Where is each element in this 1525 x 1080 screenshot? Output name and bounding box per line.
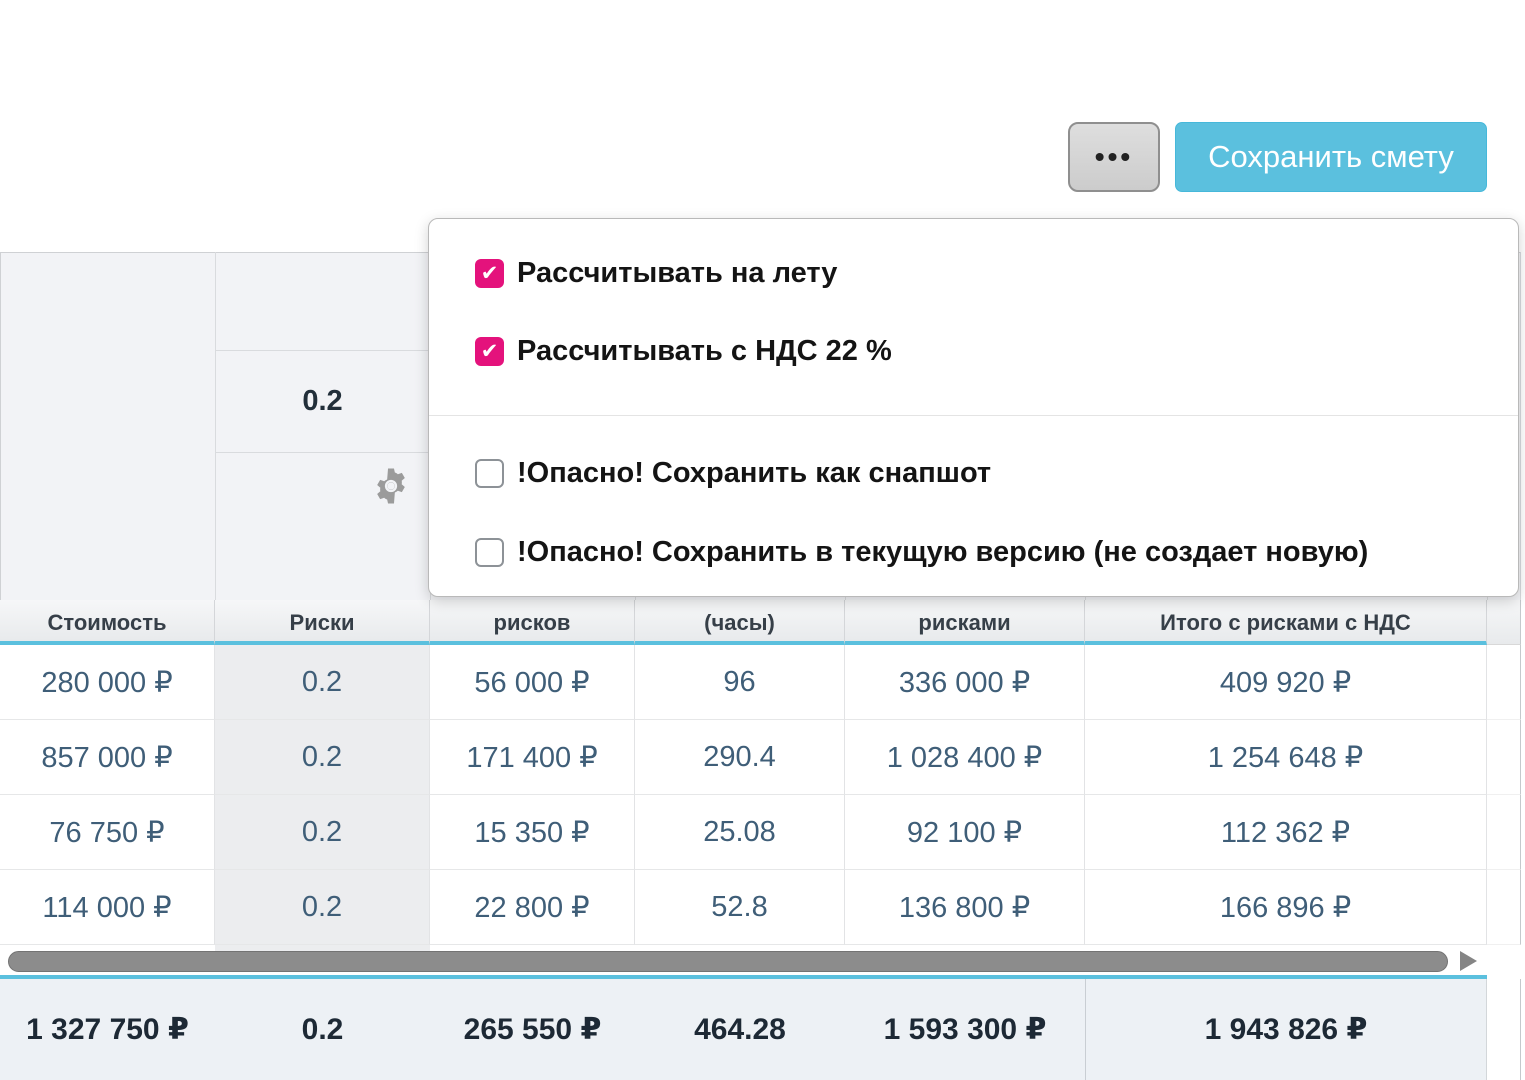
risk-default-cell[interactable]: 0.2 (215, 350, 430, 452)
menu-item-calc-with-vat[interactable]: ✔ Рассчитывать с НДС 22 % (429, 325, 1518, 377)
table-cell-r2-c5: 112 362 ₽ (1085, 795, 1487, 870)
checkbox-checked-icon[interactable]: ✔ (475, 337, 504, 366)
table-cell-r3-c5: 166 896 ₽ (1085, 870, 1487, 945)
menu-item-label: !Опасно! Сохранить как снапшот (517, 457, 991, 490)
column-header-0: Стоимость (0, 600, 215, 645)
menu-item-label: Рассчитывать на лету (517, 257, 837, 290)
table-cell-r0-c2: 56 000 ₽ (430, 645, 635, 720)
column-header-clipped (1487, 600, 1521, 645)
ellipsis-icon: ••• (1095, 143, 1133, 171)
table-body: 280 000 ₽0.256 000 ₽96336 000 ₽409 920 ₽… (0, 645, 1521, 945)
table-cell-r0-c5: 409 920 ₽ (1085, 645, 1487, 720)
checkbox-unchecked-icon[interactable] (475, 459, 504, 488)
column-header-3: (часы) (635, 600, 845, 645)
menu-item-save-current-version[interactable]: !Опасно! Сохранить в текущую версию (не … (429, 526, 1518, 578)
table-cell-r2-c4: 92 100 ₽ (845, 795, 1085, 870)
more-options-button[interactable]: ••• (1068, 122, 1160, 192)
table-cell-r3-c2: 22 800 ₽ (430, 870, 635, 945)
table-cell-clipped (1487, 870, 1521, 945)
table-cell-r0-c0: 280 000 ₽ (0, 645, 215, 720)
table-cell-r1-c2: 171 400 ₽ (430, 720, 635, 795)
table-cell-r1-c1[interactable]: 0.2 (215, 720, 430, 795)
table-cell-r1-c0: 857 000 ₽ (0, 720, 215, 795)
scroll-right-arrow-icon[interactable] (1460, 951, 1477, 971)
save-estimate-label: Сохранить смету (1208, 139, 1454, 175)
menu-item-label: !Опасно! Сохранить в текущую версию (не … (517, 536, 1368, 569)
checkbox-checked-icon[interactable]: ✔ (475, 259, 504, 288)
header-cell-divider (215, 452, 430, 453)
column-header-4: рисками (845, 600, 1085, 645)
gear-icon[interactable] (370, 465, 412, 507)
total-cell-c4: 1 593 300 ₽ (845, 979, 1085, 1080)
total-cell-c2: 265 550 ₽ (430, 979, 635, 1080)
save-estimate-button[interactable]: Сохранить смету (1175, 122, 1487, 192)
checkbox-unchecked-icon[interactable] (475, 538, 504, 567)
table-cell-clipped (1487, 720, 1521, 795)
total-cell-c5: 1 943 826 ₽ (1085, 979, 1487, 1080)
table-cell-clipped (1487, 795, 1521, 870)
table-cell-r1-c4: 1 028 400 ₽ (845, 720, 1085, 795)
menu-item-label: Рассчитывать с НДС 22 % (517, 335, 892, 368)
table-cell-r3-c3: 52.8 (635, 870, 845, 945)
totals-row: 1 327 750 ₽0.2265 550 ₽464.281 593 300 ₽… (0, 979, 1521, 1080)
table-cell-r0-c4: 336 000 ₽ (845, 645, 1085, 720)
table-cell-r2-c1[interactable]: 0.2 (215, 795, 430, 870)
menu-item-save-as-snapshot[interactable]: !Опасно! Сохранить как снапшот (429, 447, 1518, 499)
table-cell-clipped (1487, 645, 1521, 720)
estimate-page: ••• Сохранить смету 0.2 СтоимостьРискири… (0, 0, 1525, 1080)
horizontal-scrollbar-thumb[interactable] (8, 951, 1448, 972)
table-cell-r0-c3: 96 (635, 645, 845, 720)
menu-divider (429, 415, 1518, 416)
table-cell-r2-c0: 76 750 ₽ (0, 795, 215, 870)
total-cell-clipped (1487, 979, 1521, 1080)
column-header-1: Риски (215, 600, 430, 645)
table-cell-r2-c2: 15 350 ₽ (430, 795, 635, 870)
table-cell-r1-c3: 290.4 (635, 720, 845, 795)
table-cell-r1-c5: 1 254 648 ₽ (1085, 720, 1487, 795)
save-options-menu: ✔ Рассчитывать на лету ✔ Рассчитывать с НДС… (428, 218, 1519, 597)
table-cell-r0-c1[interactable]: 0.2 (215, 645, 430, 720)
table-cell-r2-c3: 25.08 (635, 795, 845, 870)
table-right-border (1520, 252, 1521, 600)
table-cell-r3-c0: 114 000 ₽ (0, 870, 215, 945)
total-cell-c1: 0.2 (215, 979, 430, 1080)
column-header-2: рисков (430, 600, 635, 645)
column-header-row: СтоимостьРискирисков(часы)рискамиИтого с… (0, 600, 1521, 645)
total-cell-c3: 464.28 (635, 979, 845, 1080)
column-header-5: Итого с рисками с НДС (1085, 600, 1487, 645)
menu-item-calc-on-fly[interactable]: ✔ Рассчитывать на лету (429, 247, 1518, 299)
table-cell-r3-c1[interactable]: 0.2 (215, 870, 430, 945)
table-cell-r3-c4: 136 800 ₽ (845, 870, 1085, 945)
total-cell-c0: 1 327 750 ₽ (0, 979, 215, 1080)
